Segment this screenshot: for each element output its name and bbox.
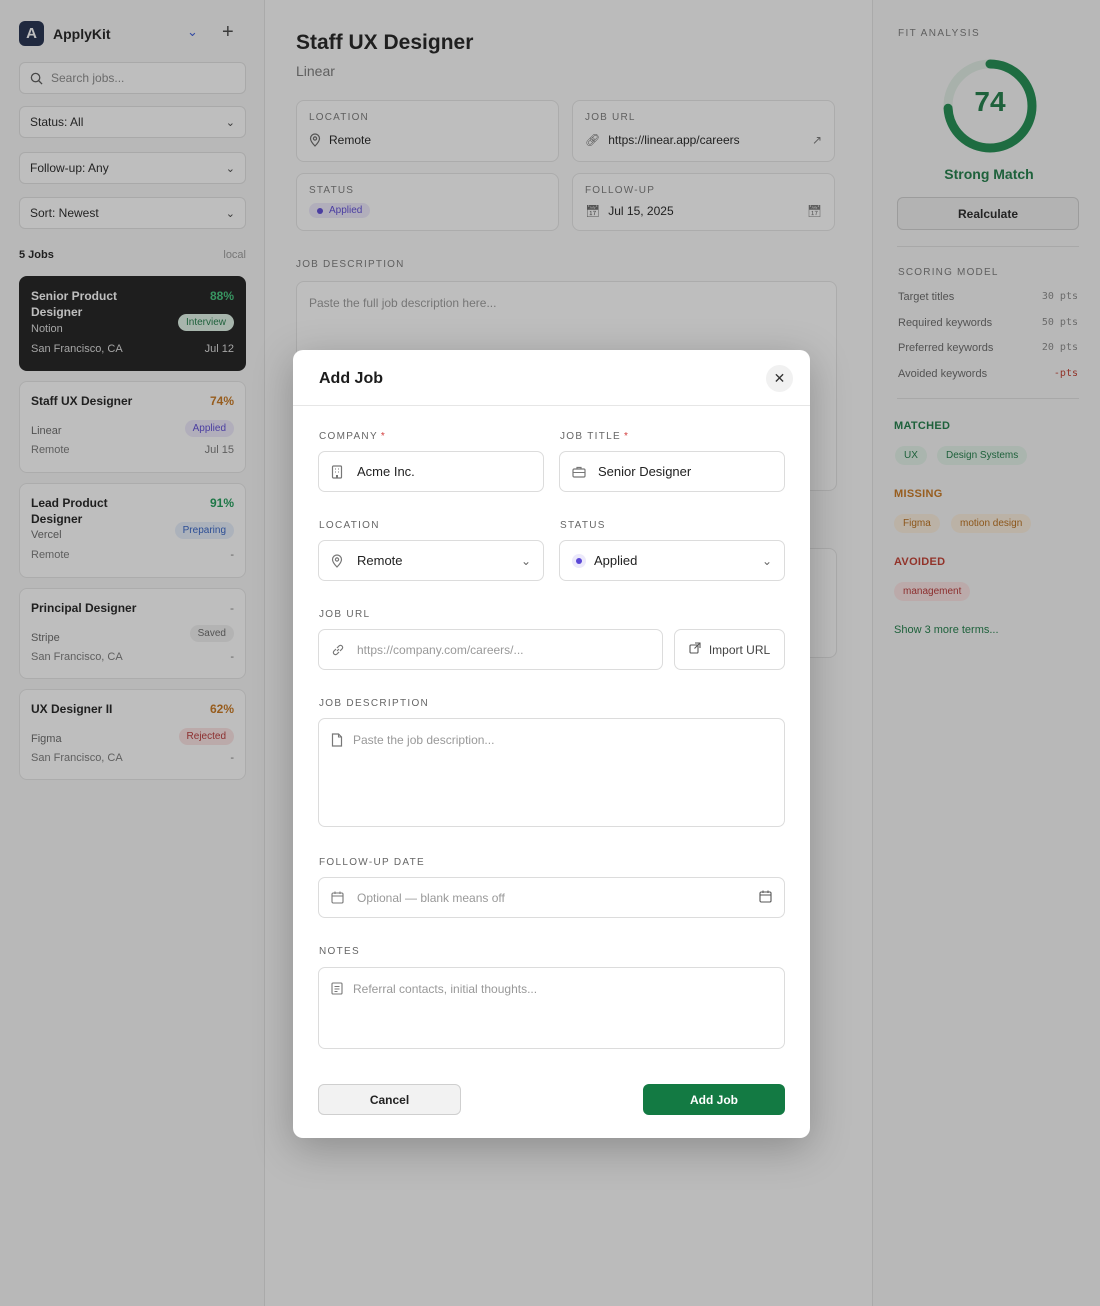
status-label: STATUS bbox=[560, 520, 606, 531]
import-url-button[interactable]: Import URL bbox=[674, 629, 785, 670]
cancel-button[interactable]: Cancel bbox=[318, 1084, 461, 1115]
add-job-button[interactable]: Add Job bbox=[643, 1084, 785, 1115]
required-mark: * bbox=[623, 431, 630, 442]
note-icon bbox=[331, 982, 343, 998]
job-description-placeholder: Paste the job description... bbox=[353, 733, 495, 747]
company-value: Acme Inc. bbox=[357, 464, 415, 479]
job-description-label: JOB DESCRIPTION bbox=[319, 698, 430, 709]
followup-date-input[interactable]: Optional — blank means off bbox=[318, 877, 785, 918]
followup-date-placeholder: Optional — blank means off bbox=[357, 890, 505, 905]
document-icon bbox=[331, 733, 343, 750]
chevron-down-icon: ⌄ bbox=[761, 553, 772, 568]
modal-title: Add Job bbox=[319, 370, 383, 387]
job-url-label: JOB URL bbox=[319, 609, 371, 620]
label-text: COMPANY bbox=[319, 431, 378, 442]
modal-header: Add Job ✕ bbox=[293, 350, 810, 406]
status-dot-icon bbox=[572, 553, 586, 568]
close-button[interactable]: ✕ bbox=[766, 365, 793, 392]
notes-textarea[interactable]: Referral contacts, initial thoughts... bbox=[318, 967, 785, 1049]
status-value: Applied bbox=[594, 553, 638, 568]
label-text: JOB TITLE bbox=[560, 431, 621, 442]
followup-date-label: FOLLOW-UP DATE bbox=[319, 857, 425, 868]
job-url-placeholder: https://company.com/careers/... bbox=[357, 642, 524, 657]
notes-label: NOTES bbox=[319, 946, 360, 957]
link-icon bbox=[331, 643, 347, 657]
job-title-input[interactable]: Senior Designer bbox=[559, 451, 785, 492]
job-title-label: JOB TITLE * bbox=[560, 431, 629, 442]
building-icon bbox=[331, 464, 347, 479]
required-mark: * bbox=[380, 431, 387, 442]
job-url-input[interactable]: https://company.com/careers/... bbox=[318, 629, 663, 670]
location-select[interactable]: Remote ⌄ bbox=[318, 540, 544, 581]
briefcase-icon bbox=[572, 466, 588, 478]
job-description-textarea[interactable]: Paste the job description... bbox=[318, 718, 785, 827]
location-label: LOCATION bbox=[319, 520, 380, 531]
location-value: Remote bbox=[357, 553, 403, 568]
status-select[interactable]: Applied ⌄ bbox=[559, 540, 785, 581]
company-label: COMPANY * bbox=[319, 431, 386, 442]
add-job-modal: Add Job ✕ COMPANY * Acme Inc. JOB TITLE * … bbox=[293, 350, 810, 1138]
chevron-down-icon: ⌄ bbox=[520, 553, 531, 568]
notes-placeholder: Referral contacts, initial thoughts... bbox=[353, 982, 538, 996]
external-link-icon bbox=[689, 642, 701, 657]
company-input[interactable]: Acme Inc. bbox=[318, 451, 544, 492]
calendar-icon bbox=[331, 891, 347, 904]
close-icon: ✕ bbox=[773, 370, 786, 386]
map-pin-icon bbox=[331, 553, 347, 568]
import-url-label: Import URL bbox=[708, 642, 771, 657]
calendar-picker-icon[interactable] bbox=[759, 890, 772, 906]
job-title-value: Senior Designer bbox=[598, 464, 692, 479]
